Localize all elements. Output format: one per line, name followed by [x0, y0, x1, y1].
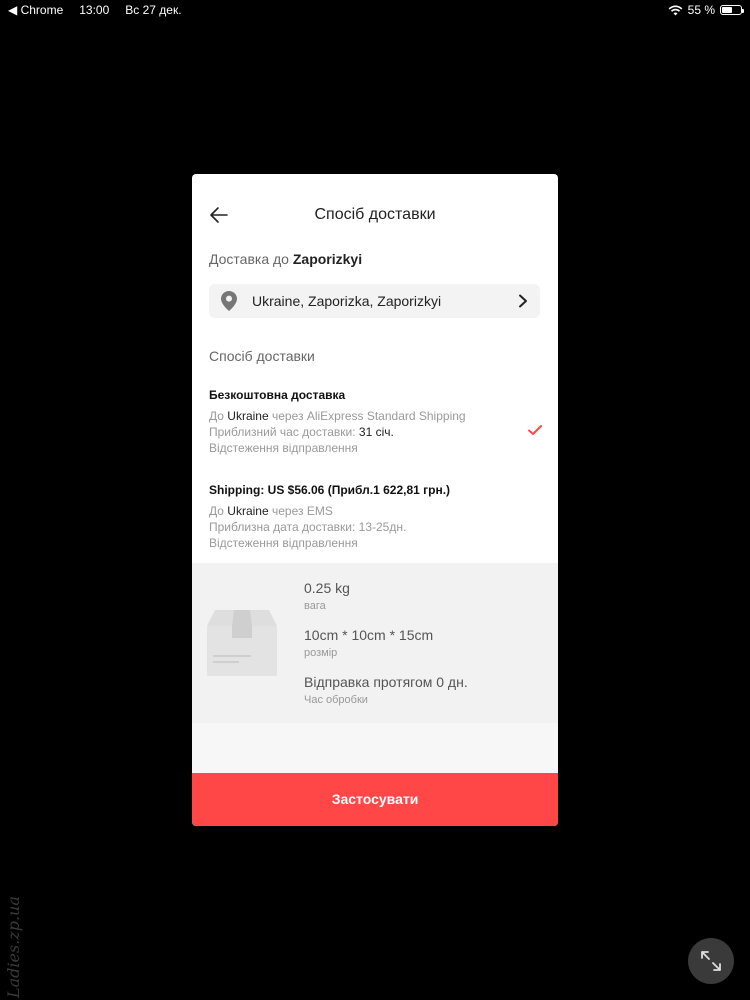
status-time: 13:00 — [79, 3, 110, 17]
route-country: Ukraine — [227, 409, 269, 423]
dispatch-info: Відправка протягом 0 дн. Час обробки — [304, 674, 468, 706]
destination-city: Zaporizkyi — [292, 251, 363, 267]
battery-icon — [720, 5, 744, 15]
battery-percent: 55 % — [687, 3, 715, 17]
shipping-method-modal: Спосіб доставки Доставка до Zaporizkyi U… — [192, 174, 558, 826]
weight-label: вага — [304, 600, 326, 612]
shipping-option-ems[interactable]: Shipping: US $56.06 (Прибл.1 622,81 грн.… — [209, 483, 539, 551]
weight-value: 0.25 kg — [304, 580, 350, 596]
size-info: 10cm * 10cm * 15cm розмір — [304, 627, 433, 659]
option-route: До Ukraine через AliExpress Standard Shi… — [209, 408, 539, 424]
destination-prefix: Доставка до — [209, 251, 293, 267]
option-tracking: Відстеження відправлення — [209, 536, 358, 550]
address-text: Ukraine, Zaporizka, Zaporizkyi — [252, 293, 442, 309]
expand-button[interactable] — [688, 938, 734, 984]
wifi-icon — [668, 5, 683, 15]
option-route: До Ukraine через EMS — [209, 503, 539, 519]
location-pin-icon — [221, 291, 237, 311]
route-country: Ukraine — [227, 504, 269, 518]
package-box-icon — [207, 610, 277, 676]
destination-line: Доставка до Zaporizkyi — [209, 251, 362, 267]
modal-title: Спосіб доставки — [314, 206, 436, 223]
expand-icon — [701, 951, 721, 971]
route-carrier: через EMS — [268, 504, 333, 518]
delivery-time-value: 31 січ. — [358, 425, 394, 439]
weight-info: 0.25 kg вага — [304, 580, 350, 612]
route-prefix: До — [209, 504, 228, 518]
apply-button[interactable]: Застосувати — [192, 773, 558, 826]
size-label: розмір — [304, 647, 338, 659]
status-bar: ◀ Chrome 13:00 Вс 27 дек. 55 % — [0, 0, 750, 20]
back-to-app-link[interactable]: ◀ Chrome — [8, 0, 63, 20]
route-prefix: До — [209, 409, 228, 423]
section-label: Спосіб доставки — [209, 348, 315, 364]
shipping-option-free[interactable]: Безкоштовна доставка До Ukraine через Al… — [209, 388, 542, 456]
dispatch-label: Час обробки — [304, 694, 368, 706]
option-title: Безкоштовна доставка — [209, 388, 346, 402]
modal-header: Спосіб доставки — [192, 174, 558, 256]
address-selector[interactable]: Ukraine, Zaporizka, Zaporizkyi — [209, 284, 540, 318]
option-tracking: Відстеження відправлення — [209, 441, 358, 455]
option-title: Shipping: US $56.06 (Прибл.1 622,81 грн.… — [209, 483, 451, 497]
route-carrier: через AliExpress Standard Shipping — [268, 409, 466, 423]
status-date: Вс 27 дек. — [125, 3, 182, 17]
watermark: Ladies.zp.ua — [4, 896, 23, 998]
checkmark-icon — [528, 425, 542, 435]
spacer — [192, 723, 558, 773]
package-info-panel: 0.25 kg вага 10cm * 10cm * 15cm розмір В… — [192, 563, 558, 723]
option-delivery-time: Приблизний час доставки: 31 січ. — [209, 424, 539, 440]
size-value: 10cm * 10cm * 15cm — [304, 627, 434, 643]
chevron-right-icon — [519, 294, 527, 308]
option-delivery-time: Приблизна дата доставки: 13-25дн. — [209, 520, 407, 534]
dispatch-value: Відправка протягом 0 дн. — [304, 674, 468, 690]
delivery-time-label: Приблизний час доставки: — [209, 425, 359, 439]
